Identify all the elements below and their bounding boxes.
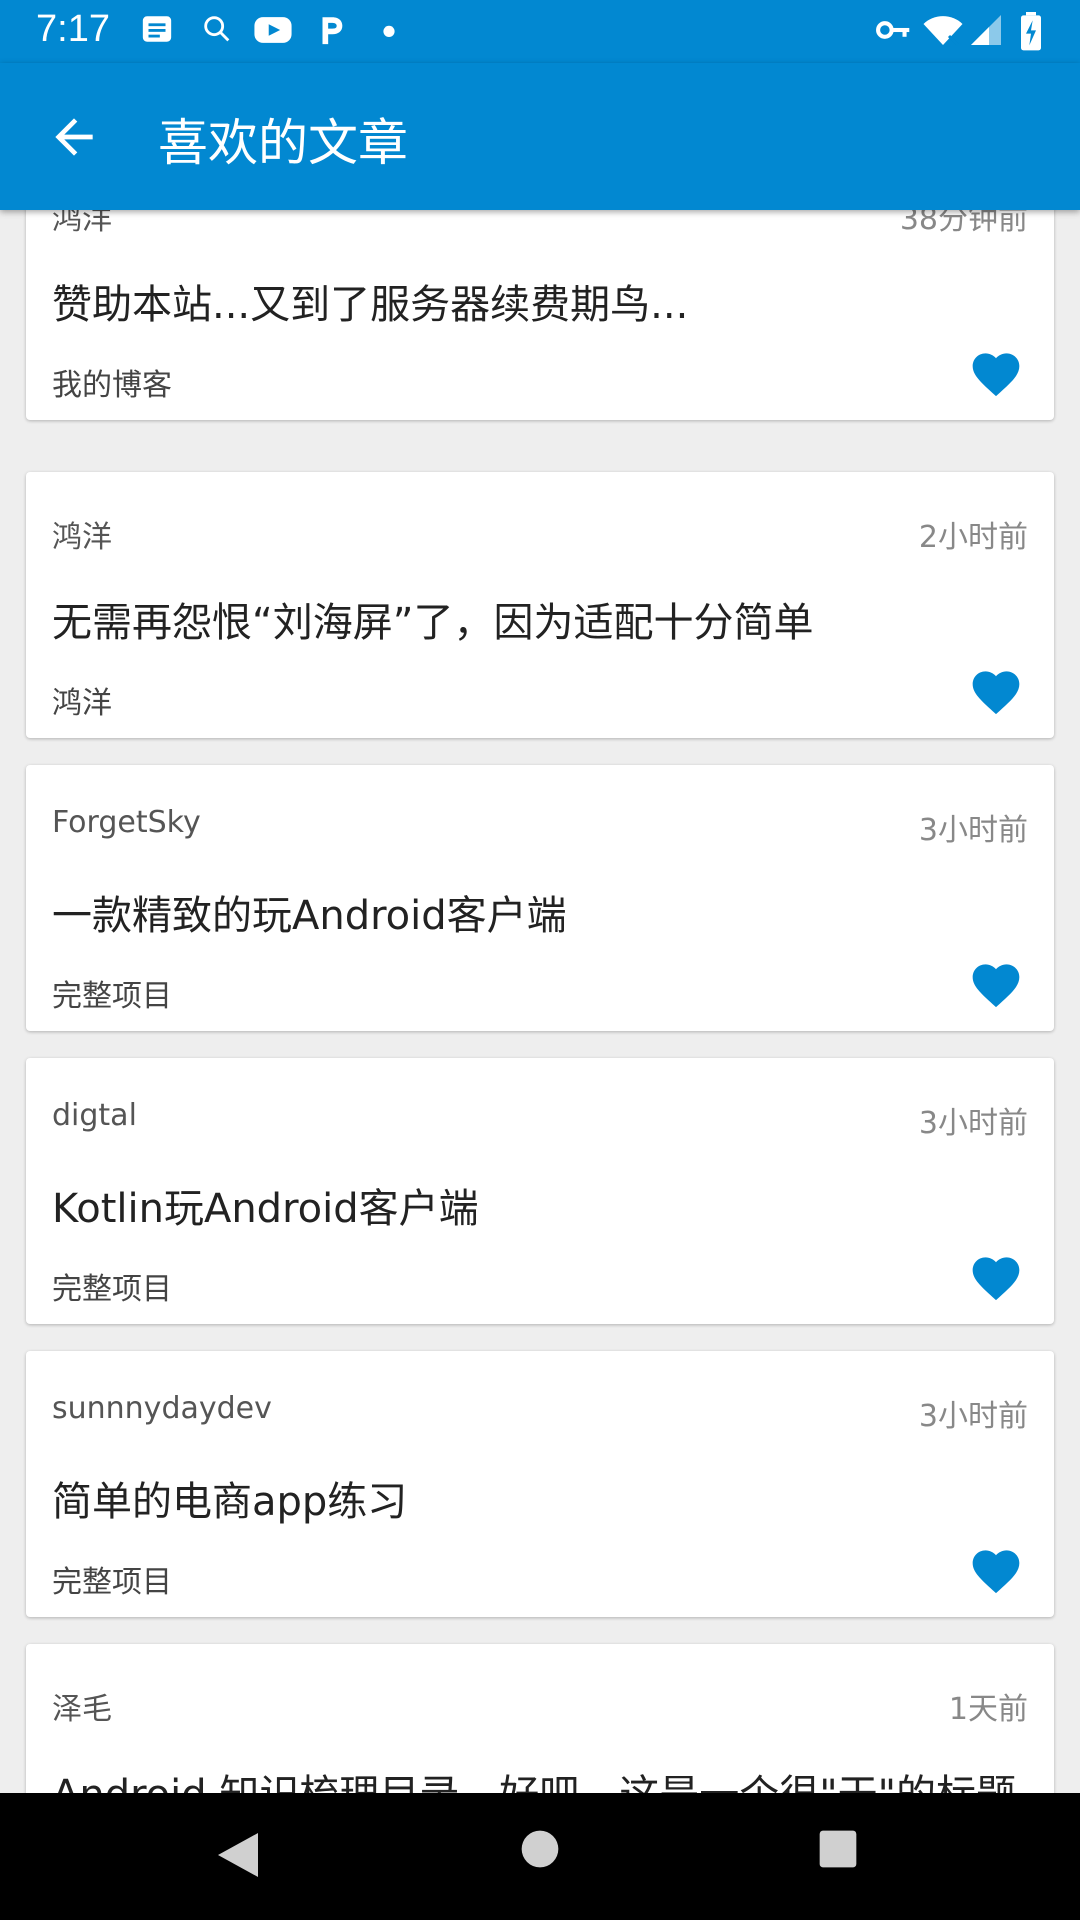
signal-icon [971, 15, 1001, 45]
article-category[interactable]: 鸿洋 [52, 678, 112, 722]
article-title[interactable]: Android 知识梳理目录 - 好吧，这是一个很"干"的标题 [52, 1762, 1016, 1793]
article-title[interactable]: 简单的电商app练习 [52, 1469, 407, 1527]
navigation-bar [0, 1793, 1080, 1920]
article-card[interactable]: ForgetSky 3小时前 一款精致的玩Android客户端 完整项目 [26, 765, 1054, 1031]
heart-icon[interactable] [968, 1250, 1024, 1302]
wifi-icon [923, 16, 963, 47]
article-category[interactable]: 完整项目 [52, 971, 172, 1015]
vpn-key-icon [876, 21, 910, 39]
heart-icon[interactable] [968, 1543, 1024, 1595]
search-icon [204, 16, 230, 42]
status-bar: 7:17 [0, 0, 1080, 63]
home-circle-icon[interactable] [520, 1829, 560, 1869]
page-title: 喜欢的文章 [158, 114, 408, 172]
article-time: 3小时前 [918, 813, 1028, 848]
article-card[interactable]: 鸿洋 38分钟前 赞助本站...又到了服务器续费期鸟... 我的博客 [26, 210, 1054, 420]
article-time: 38分钟前 [899, 210, 1028, 237]
article-title[interactable]: Kotlin玩Android客户端 [52, 1176, 479, 1234]
heart-icon[interactable] [968, 957, 1024, 1009]
back-triangle-icon[interactable] [214, 1829, 262, 1881]
article-author: 鸿洋 [52, 210, 112, 237]
recents-square-icon[interactable] [818, 1829, 858, 1869]
status-time: 7:17 [36, 8, 110, 50]
battery-icon [1021, 12, 1041, 51]
article-time: 3小时前 [918, 1106, 1028, 1141]
article-card[interactable]: 鸿洋 2小时前 无需再怨恨“刘海屏”了，因为适配十分简单 鸿洋 [26, 472, 1054, 738]
article-time: 1天前 [948, 1692, 1028, 1727]
app-bar: 喜欢的文章 [0, 63, 1080, 210]
article-time: 2小时前 [918, 520, 1028, 555]
article-author: ForgetSky [52, 805, 201, 840]
notification-list-icon [142, 16, 172, 42]
article-author: 泽毛 [52, 1692, 112, 1727]
article-category[interactable]: 完整项目 [52, 1557, 172, 1601]
heart-icon[interactable] [968, 346, 1024, 398]
dot-icon [383, 25, 395, 37]
article-category[interactable]: 完整项目 [52, 1264, 172, 1308]
youtube-icon [254, 17, 292, 43]
article-card[interactable]: sunnnydaydev 3小时前 简单的电商app练习 完整项目 [26, 1351, 1054, 1617]
article-title[interactable]: 赞助本站...又到了服务器续费期鸟... [52, 272, 688, 330]
article-time: 3小时前 [918, 1399, 1028, 1434]
article-author: digtal [52, 1098, 137, 1133]
article-title[interactable]: 无需再怨恨“刘海屏”了，因为适配十分简单 [52, 590, 813, 648]
article-author: 鸿洋 [52, 520, 112, 555]
article-card[interactable]: digtal 3小时前 Kotlin玩Android客户端 完整项目 [26, 1058, 1054, 1324]
heart-icon[interactable] [968, 664, 1024, 716]
article-category[interactable]: 我的博客 [52, 360, 172, 404]
article-author: sunnnydaydev [52, 1391, 272, 1426]
article-title[interactable]: 一款精致的玩Android客户端 [52, 883, 567, 941]
p-icon [322, 17, 343, 45]
arrow-back-icon[interactable] [46, 109, 102, 165]
article-list[interactable]: 鸿洋 38分钟前 赞助本站...又到了服务器续费期鸟... 我的博客 鸿洋 2小… [0, 210, 1080, 1793]
article-card[interactable]: 泽毛 1天前 Android 知识梳理目录 - 好吧，这是一个很"干"的标题 [26, 1644, 1054, 1793]
